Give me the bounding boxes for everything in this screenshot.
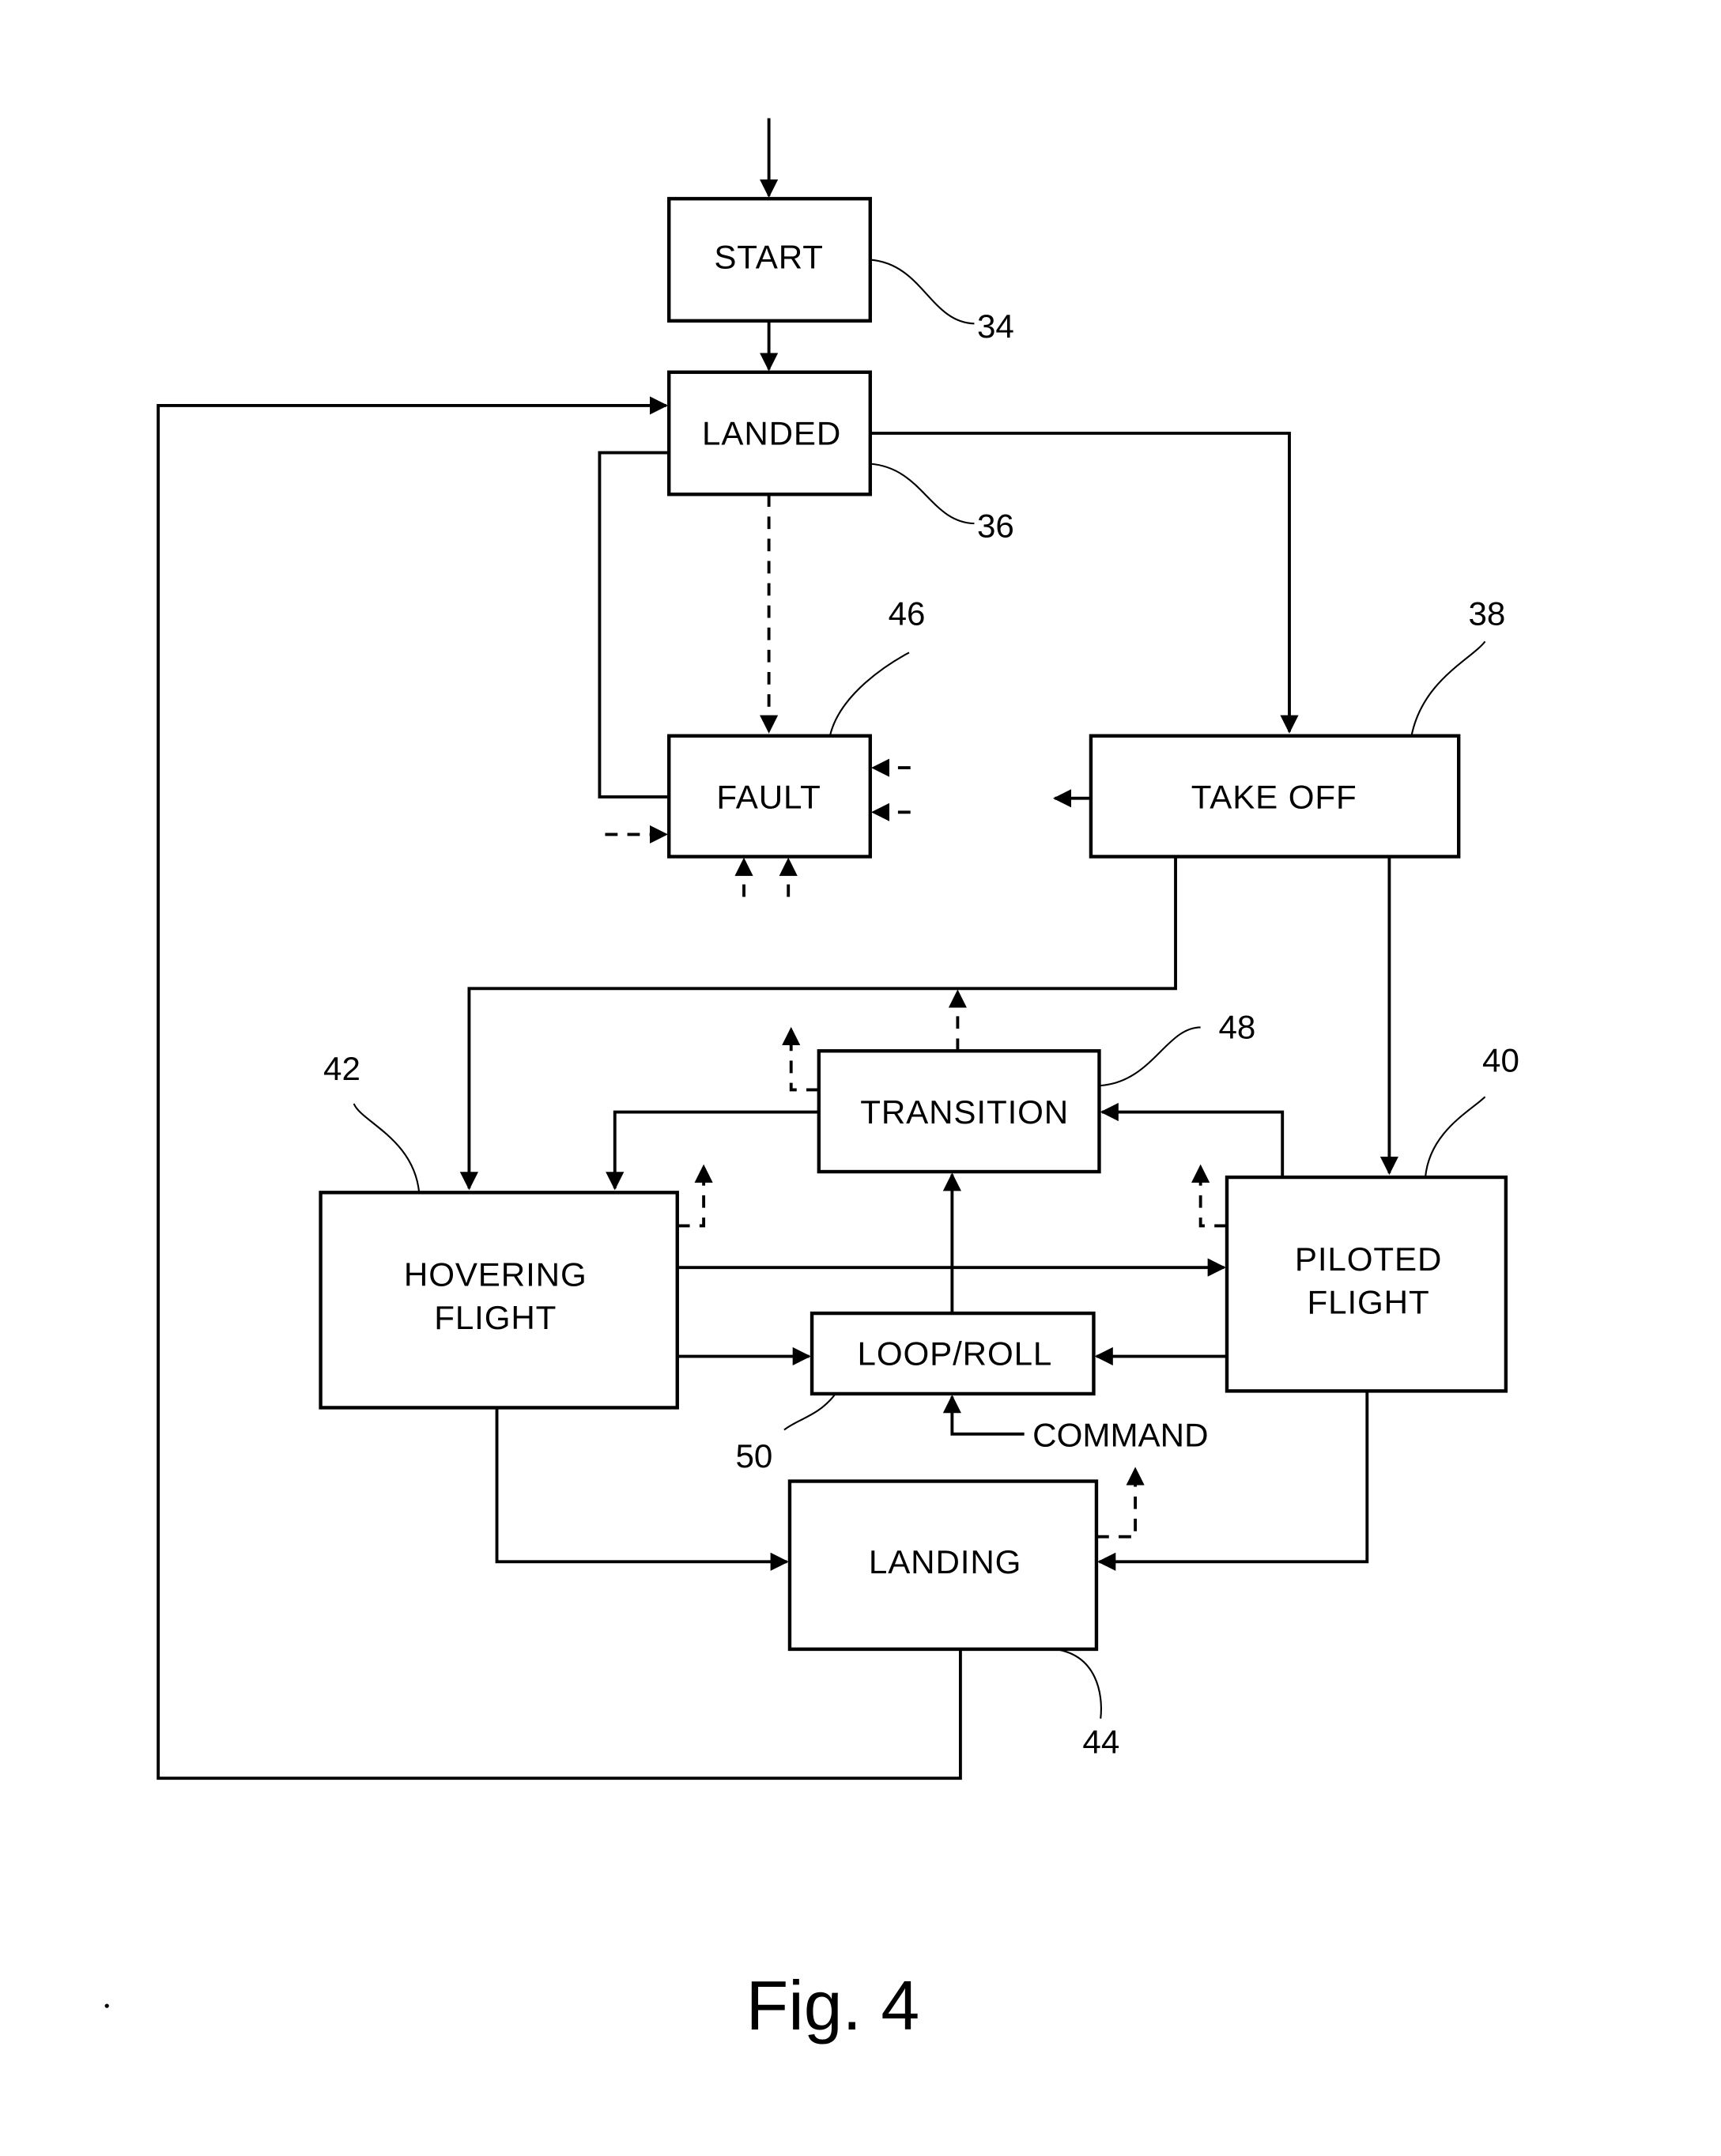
node-transition-label: TRANSITION	[860, 1093, 1069, 1131]
node-fault-label: FAULT	[716, 779, 821, 816]
edge-transition-hovering	[606, 1110, 819, 1191]
landing-dashed-up	[1096, 1467, 1145, 1539]
node-start: START	[667, 197, 872, 323]
ref-40: 40	[1482, 1042, 1519, 1079]
ref-48: 48	[1218, 1008, 1255, 1045]
node-take-off-label: TAKE OFF	[1191, 779, 1357, 816]
command-label: COMMAND	[1032, 1417, 1208, 1454]
node-hovering-flight: HOVERING FLIGHT	[319, 1191, 679, 1410]
node-landed-label: LANDED	[702, 415, 841, 452]
ref-36: 36	[977, 508, 1014, 545]
ref-34: 34	[977, 308, 1014, 345]
node-hovering-label-1: HOVERING	[404, 1256, 587, 1293]
edge-piloted-transition	[1100, 1102, 1285, 1178]
node-hovering-label-2: FLIGHT	[434, 1299, 557, 1336]
node-landing-label: LANDING	[869, 1543, 1021, 1580]
node-transition: TRANSITION	[817, 1049, 1101, 1174]
node-landed: LANDED	[667, 370, 872, 497]
transition-dashed-left	[782, 1026, 819, 1092]
node-piloted-flight: PILOTED FLIGHT	[1225, 1175, 1508, 1393]
ref-38: 38	[1468, 595, 1505, 632]
piloted-dashed-up	[1191, 1164, 1227, 1228]
edge-command-looproll	[942, 1395, 1025, 1436]
ref-50: 50	[735, 1437, 772, 1474]
ref-46: 46	[889, 595, 926, 632]
hovering-dashed-up	[677, 1164, 713, 1228]
node-fault: FAULT	[667, 734, 872, 859]
edge-fault-landed	[598, 451, 670, 799]
node-loop-roll-label: LOOP/ROLL	[858, 1335, 1053, 1373]
node-loop-roll: LOOP/ROLL	[810, 1311, 1096, 1396]
edge-landed-takeoff	[870, 432, 1299, 734]
figure-caption: Fig. 4	[746, 1967, 920, 2045]
node-piloted-label-1: PILOTED	[1295, 1240, 1442, 1278]
edge-hovering-landing	[495, 1407, 789, 1571]
ref-44: 44	[1082, 1724, 1119, 1761]
node-landing: LANDING	[787, 1479, 1099, 1652]
node-piloted-label-2: FLIGHT	[1308, 1284, 1430, 1321]
state-diagram: START 34 LANDED 36 FAULT 46 TAKE OFF 38	[104, 118, 1519, 2045]
stray-dot	[104, 2003, 109, 2008]
ref-42: 42	[323, 1050, 360, 1087]
node-take-off: TAKE OFF	[1089, 734, 1461, 859]
node-start-label: START	[714, 239, 824, 276]
